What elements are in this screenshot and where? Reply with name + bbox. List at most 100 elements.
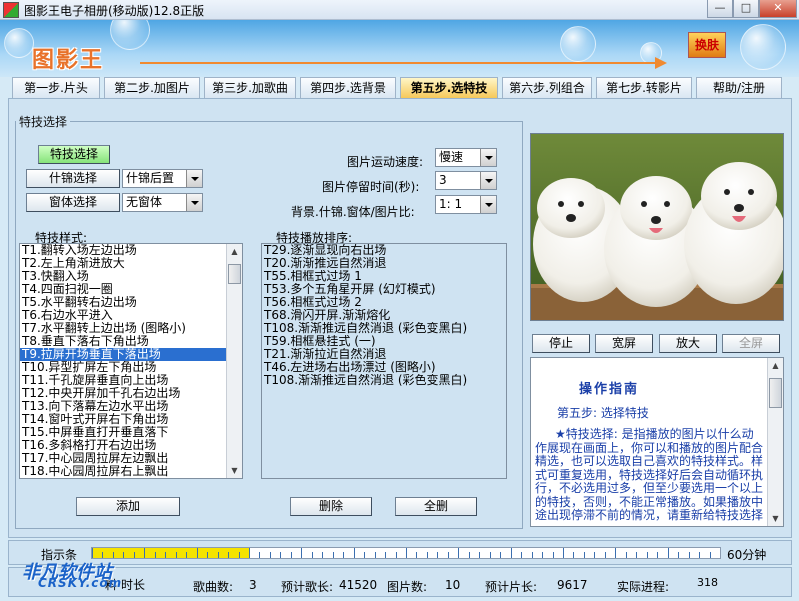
guide-panel: 操作指南 第五步: 选择特技 ★特技选择: 是指播放的图片以什么动作展现在画面上…: [530, 357, 784, 527]
minimize-button[interactable]: —: [707, 0, 733, 18]
brocade-combo-value: 什锦后置: [126, 171, 175, 185]
speed-combo-value: 慢速: [439, 150, 464, 164]
app-window: 图影王电子相册(移动版)12.8正版 — □ ✕ 图影王 换肤 第一步.片头 第…: [0, 0, 799, 601]
style-list-item[interactable]: T10.异型扩屏左下角出场: [20, 361, 242, 374]
order-list-item[interactable]: T46.左进场右出场漂过 (图略小): [262, 361, 506, 374]
image-count-value: 10: [445, 578, 461, 592]
tab-step3[interactable]: 第三步.加歌曲: [204, 77, 296, 98]
order-list-item[interactable]: T53.多个五角星开屏 (幻灯模式): [262, 283, 506, 296]
styles-scrollbar[interactable]: ▲ ▼: [226, 244, 242, 478]
window-combo[interactable]: 无窗体: [122, 193, 203, 212]
bubble-decoration: [4, 28, 34, 58]
order-list-item[interactable]: T20.渐渐推远自然消退: [262, 257, 506, 270]
order-list-item[interactable]: T55.相框式过场 1: [262, 270, 506, 283]
tab-step6[interactable]: 第六步.列组合: [502, 77, 592, 98]
order-listbox[interactable]: T29.逐渐显现向右出场 T20.渐渐推远自然消退 T55.相框式过场 1 T53.多…: [261, 243, 507, 479]
brocade-select-button[interactable]: 什锦选择: [26, 169, 120, 188]
styles-rows: T1.翻转入场左边出场 T2.左上角渐进放大 T3.快翻入场 T4.四面扫视一圈 T5.…: [20, 244, 242, 478]
pause-combo[interactable]: 3: [435, 171, 497, 190]
zoom-button[interactable]: 放大: [659, 334, 717, 353]
actual-progress-label: 实际进程:: [617, 580, 670, 594]
guide-body: ★特技选择: 是指播放的图片以什么动作展现在画面上，你可以和播放的图片配合精选，…: [535, 427, 764, 522]
style-list-item[interactable]: T5.水平翻转右边出场: [20, 296, 242, 309]
app-icon: [3, 2, 19, 18]
window-title: 图影王电子相册(移动版)12.8正版: [24, 4, 205, 18]
indicator-bar: 指示条 60分钟: [8, 540, 792, 565]
chevron-down-icon[interactable]: [186, 194, 202, 211]
style-list-item[interactable]: T3.快翻入场: [20, 270, 242, 283]
order-list-item[interactable]: T56.相框式过场 2: [262, 296, 506, 309]
tab-step5[interactable]: 第五步.选特技: [400, 77, 498, 98]
style-list-item[interactable]: T1.翻转入场左边出场: [20, 244, 242, 257]
style-list-item[interactable]: T2.左上角渐进放大: [20, 257, 242, 270]
window-select-button[interactable]: 窗体选择: [26, 193, 120, 212]
order-list-item[interactable]: T68.滑闪开屏.渐渐熔化: [262, 309, 506, 322]
watermark-url: CRSKY.com: [38, 576, 123, 590]
style-list-item[interactable]: T14.窗叶式开屏右下角出场: [20, 413, 242, 426]
song-count-label: 歌曲数:: [193, 580, 234, 594]
chevron-down-icon[interactable]: [186, 170, 202, 187]
scroll-thumb[interactable]: [769, 378, 782, 408]
indicator-progress: [91, 547, 721, 559]
style-list-item[interactable]: T4.四面扫视一圈: [20, 283, 242, 296]
style-list-item[interactable]: T9.拉屏开场垂直下落出场: [20, 348, 242, 361]
chevron-down-icon[interactable]: [480, 172, 496, 189]
guide-step: 第五步: 选择特技: [557, 406, 649, 420]
effect-select-button[interactable]: 特技选择: [38, 145, 110, 164]
tab-step2[interactable]: 第二步.加图片: [104, 77, 200, 98]
style-list-item[interactable]: T13.向下落幕左边水平出场: [20, 400, 242, 413]
delete-button[interactable]: 删除: [290, 497, 372, 516]
delete-all-button[interactable]: 全删: [395, 497, 477, 516]
duration-label: 60分钟: [727, 548, 767, 562]
order-list-item[interactable]: T21.渐渐拉近自然消退: [262, 348, 506, 361]
tab-step7[interactable]: 第七步.转影片: [596, 77, 692, 98]
scroll-up-icon[interactable]: ▲: [768, 358, 783, 373]
scroll-down-icon[interactable]: ▼: [768, 511, 783, 526]
song-count-value: 3: [249, 578, 257, 592]
ratio-combo[interactable]: 1: 1: [435, 195, 497, 214]
style-list-item[interactable]: T15.中屏垂直打开垂直落下: [20, 426, 242, 439]
style-list-item[interactable]: T12.中央开屏加千孔右边出场: [20, 387, 242, 400]
add-button[interactable]: 添加: [76, 497, 180, 516]
wide-screen-button[interactable]: 宽屏: [595, 334, 653, 353]
fullscreen-button[interactable]: 全屏: [722, 334, 780, 353]
scroll-down-icon[interactable]: ▼: [227, 463, 242, 478]
brocade-combo[interactable]: 什锦后置: [122, 169, 203, 188]
styles-listbox[interactable]: T1.翻转入场左边出场 T2.左上角渐进放大 T3.快翻入场 T4.四面扫视一圈 T5.…: [19, 243, 243, 479]
partial-label-2: 时长: [121, 578, 146, 592]
banner-arrow-line: [140, 62, 660, 64]
order-list-item[interactable]: T59.相框悬挂式 (一): [262, 335, 506, 348]
tab-step4[interactable]: 第四步.选背景: [300, 77, 396, 98]
style-list-item[interactable]: T8.垂直下落右下角出场: [20, 335, 242, 348]
change-skin-button[interactable]: 换肤: [688, 32, 726, 58]
stop-button[interactable]: 停止: [532, 334, 590, 353]
step-tabs: 第一步.片头 第二步.加图片 第三步.加歌曲 第四步.选背景 第五步.选特技 第…: [10, 77, 790, 98]
scroll-up-icon[interactable]: ▲: [227, 244, 242, 259]
tab-step1[interactable]: 第一步.片头: [12, 77, 100, 98]
style-list-item[interactable]: T17.中心园周拉屏左边飘出: [20, 452, 242, 465]
order-rows: T29.逐渐显现向右出场 T20.渐渐推远自然消退 T55.相框式过场 1 T53.多…: [262, 244, 506, 387]
maximize-button[interactable]: □: [733, 0, 759, 18]
guide-scrollbar[interactable]: ▲ ▼: [767, 358, 783, 526]
app-logo: 图影王: [32, 48, 105, 73]
speed-combo[interactable]: 慢速: [435, 148, 497, 167]
style-list-item[interactable]: T6.右边水平进入: [20, 309, 242, 322]
est-song-length-value: 41520: [339, 578, 378, 592]
scroll-thumb[interactable]: [228, 264, 241, 284]
guide-title: 操作指南: [579, 382, 640, 397]
style-list-item[interactable]: T11.千孔旋屏垂直向上出场: [20, 374, 242, 387]
chevron-down-icon[interactable]: [480, 196, 496, 213]
window-combo-value: 无窗体: [126, 195, 163, 209]
indicator-ticks: [92, 548, 711, 558]
style-list-item[interactable]: T18.中心园周拉屏右上飘出: [20, 465, 242, 478]
actual-progress-value: 318: [697, 576, 718, 589]
chevron-down-icon[interactable]: [480, 149, 496, 166]
dogs-photo-icon: [531, 134, 783, 320]
style-list-item[interactable]: T7.水平翻转上边出场 (图略小): [20, 322, 242, 335]
order-list-item[interactable]: T108.渐渐推远自然消退 (彩色变黑白): [262, 374, 506, 387]
tab-help[interactable]: 帮助/注册: [696, 77, 782, 98]
style-list-item[interactable]: T16.多斜格打开右边出场: [20, 439, 242, 452]
close-button[interactable]: ✕: [759, 0, 797, 18]
order-list-item[interactable]: T108.渐渐推远自然消退 (彩色变黑白): [262, 322, 506, 335]
order-list-item[interactable]: T29.逐渐显现向右出场: [262, 244, 506, 257]
